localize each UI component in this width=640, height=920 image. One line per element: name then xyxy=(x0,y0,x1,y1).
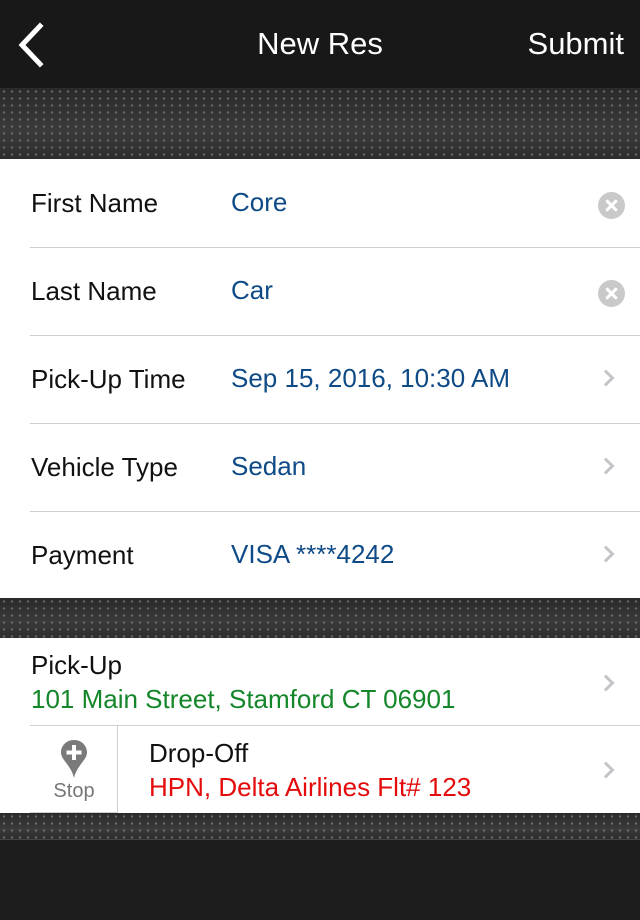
vehicle-type-row[interactable]: Vehicle Type Sedan xyxy=(0,423,640,511)
row-label: Payment xyxy=(31,540,134,570)
row-label: Last Name xyxy=(31,276,157,306)
pickup-address: 101 Main Street, Stamford CT 06901 xyxy=(31,684,456,714)
first-name-field[interactable]: Core xyxy=(231,187,287,218)
payment-value: VISA ****4242 xyxy=(231,539,395,569)
row-label: Vehicle Type xyxy=(31,452,178,482)
pickup-location-row[interactable]: Pick-Up 101 Main Street, Stamford CT 069… xyxy=(0,638,640,725)
navigation-bar: New Res Submit xyxy=(0,0,640,88)
reservation-details: First Name Core Last Name Car Pick-Up Ti… xyxy=(0,159,640,598)
chevron-right-icon xyxy=(597,545,615,563)
payment-row[interactable]: Payment VISA ****4242 xyxy=(0,511,640,599)
row-label: Pick-Up Time xyxy=(31,364,186,394)
clear-icon[interactable] xyxy=(598,192,625,219)
add-stop-button[interactable]: Stop xyxy=(30,726,118,813)
last-name-field[interactable]: Car xyxy=(231,275,273,306)
world-map-pattern xyxy=(0,88,640,159)
pickup-time-row[interactable]: Pick-Up Time Sep 15, 2016, 10:30 AM xyxy=(0,335,640,423)
bottom-area xyxy=(0,839,640,920)
row-label: First Name xyxy=(31,188,159,218)
pickup-time-value: Sep 15, 2016, 10:30 AM xyxy=(231,363,510,393)
world-map-pattern xyxy=(0,813,640,839)
chevron-right-icon xyxy=(597,369,615,387)
chevron-right-icon xyxy=(597,674,615,692)
first-name-row[interactable]: First Name Core xyxy=(0,159,640,247)
footer-banner xyxy=(0,813,640,839)
submit-button[interactable]: Submit xyxy=(528,26,624,62)
stop-label: Stop xyxy=(53,780,95,802)
dropoff-title: Drop-Off xyxy=(149,738,249,768)
locations-list: Pick-Up 101 Main Street, Stamford CT 069… xyxy=(0,638,640,813)
map-pin-plus-icon xyxy=(61,740,87,778)
pickup-title: Pick-Up xyxy=(31,650,123,680)
section-divider-banner xyxy=(0,598,640,638)
chevron-right-icon xyxy=(597,457,615,475)
vehicle-type-value: Sedan xyxy=(231,451,307,481)
clear-icon[interactable] xyxy=(598,280,625,307)
dropoff-address: HPN, Delta Airlines Flt# 123 xyxy=(149,772,472,802)
chevron-right-icon xyxy=(597,761,615,779)
world-map-pattern xyxy=(0,598,640,638)
last-name-row[interactable]: Last Name Car xyxy=(0,247,640,335)
dropoff-location-row[interactable]: Stop Drop-Off HPN, Delta Airlines Flt# 1… xyxy=(30,725,640,813)
header-banner xyxy=(0,88,640,159)
